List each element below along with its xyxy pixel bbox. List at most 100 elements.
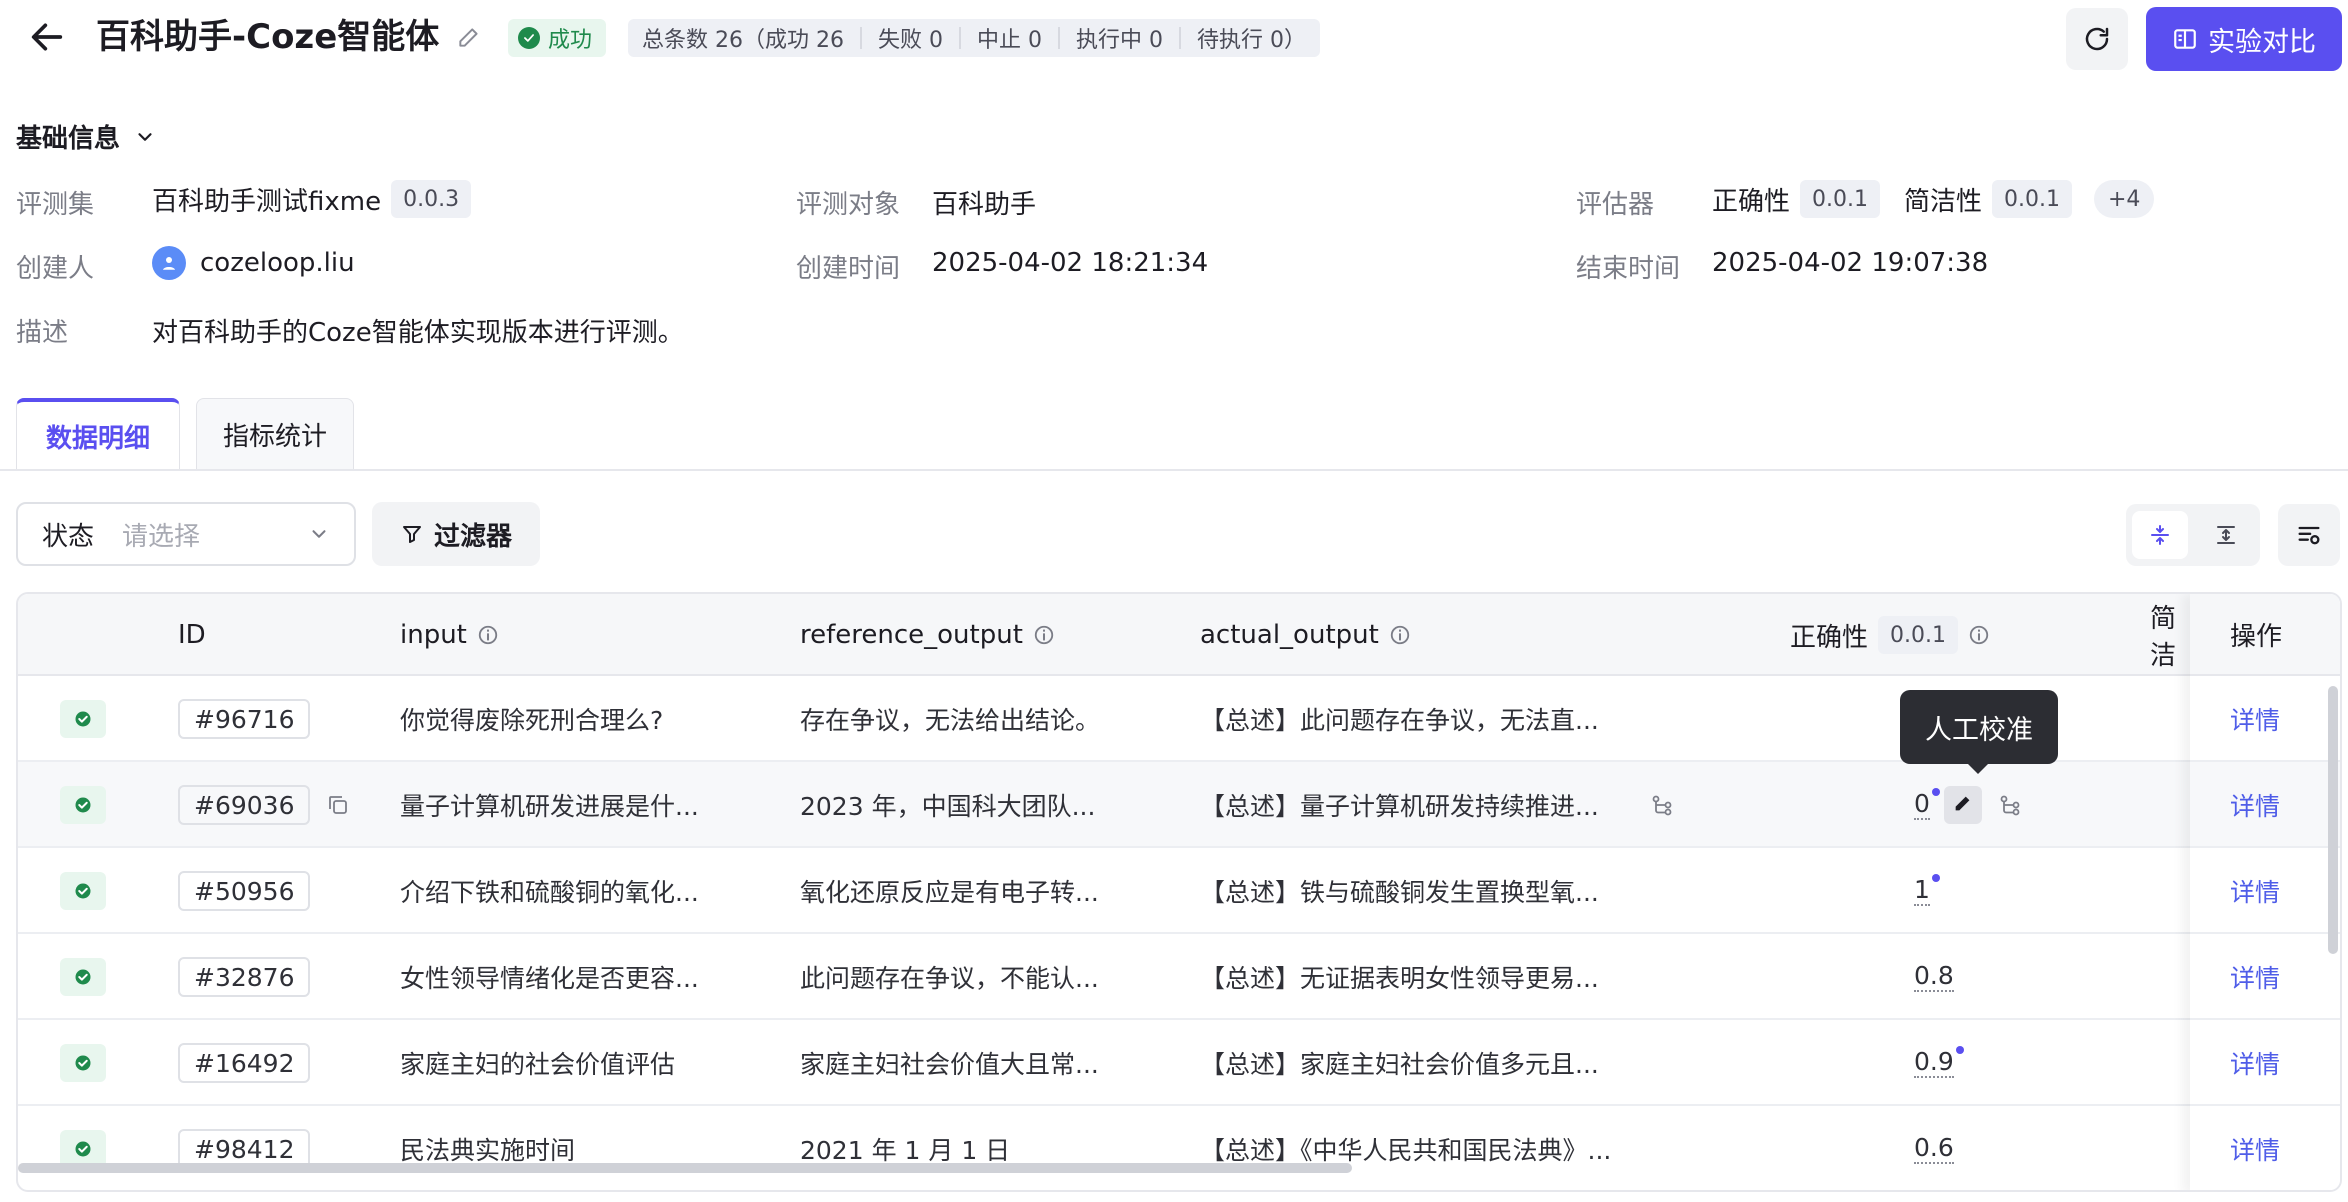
detail-link[interactable]: 详情 <box>2230 701 2280 737</box>
column-header-correctness: 正确性 0.0.1 <box>1790 594 1990 676</box>
avatar <box>152 246 186 280</box>
basic-info-toggle[interactable]: 基础信息 <box>16 118 156 155</box>
reference-output-cell: 存在争议，无法给出结论。 <box>800 706 1101 735</box>
evaluator-name[interactable]: 正确性 <box>1712 181 1790 218</box>
actions-cell: 详情 <box>2190 676 2340 762</box>
input-cell: 你觉得废除死刑合理么? <box>400 706 664 735</box>
divider <box>958 27 961 49</box>
version-tag: 0.0.1 <box>1800 180 1880 218</box>
column-settings-icon <box>2298 526 2320 545</box>
more-evaluators-tag[interactable]: +4 <box>2094 180 2155 218</box>
stat-failed: 失败 0 <box>877 28 943 53</box>
tooltip-manual-calibration: 人工校准 <box>1900 690 2058 774</box>
detail-link[interactable]: 详情 <box>2230 1045 2280 1081</box>
actions-cell: 详情 <box>2190 934 2340 1020</box>
filter-button[interactable]: 过滤器 <box>372 502 540 566</box>
info-icon[interactable] <box>1389 624 1411 646</box>
target-name[interactable]: 百科助手 <box>932 184 1036 221</box>
back-button[interactable] <box>22 12 72 62</box>
refresh-button[interactable] <box>2066 8 2128 70</box>
detail-link[interactable]: 详情 <box>2230 873 2280 909</box>
status-select[interactable]: 状态 请选择 <box>16 502 356 566</box>
pencil-icon[interactable] <box>456 24 482 50</box>
compare-label: 实验对比 <box>2208 26 2316 58</box>
manual-calibrate-button[interactable] <box>1943 786 1982 824</box>
info-icon[interactable] <box>1968 624 1990 646</box>
chevron-down-icon <box>138 132 152 141</box>
detail-link[interactable]: 详情 <box>2230 959 2280 995</box>
score-value[interactable]: 0.8 <box>1914 962 1954 992</box>
status-select-placeholder: 请选择 <box>122 521 201 552</box>
info-icon[interactable] <box>477 624 499 646</box>
actions-cell: 详情 <box>2190 1020 2340 1106</box>
trace-icon[interactable] <box>1648 791 1676 819</box>
vertical-scrollbar[interactable] <box>2328 686 2338 954</box>
section-title: 基础信息 <box>16 124 121 154</box>
column-header-id: ID <box>178 620 206 650</box>
table-row[interactable]: #32876 女性领导情绪化是否更容... 此问题存在争议，不能认... 【总述】无证… <box>18 934 2340 1020</box>
table-row[interactable]: #16492 家庭主妇的社会价值评估 家庭主妇社会价值大且常... 【总述】家庭主妇社… <box>18 1020 2340 1106</box>
actions-column: 操作 详情 详情 详情 详情 详情 详情 <box>2190 594 2340 1190</box>
target-value: 百科助手 <box>932 180 1036 224</box>
row-id-tag: #69036 <box>178 785 311 825</box>
row-id-tag: #32876 <box>178 957 311 997</box>
reference-output-cell: 氧化还原反应是有电子转... <box>800 878 1099 907</box>
created-value: 2025-04-02 18:21:34 <box>932 248 1209 278</box>
reference-output-cell: 此问题存在争议，不能认... <box>800 964 1099 993</box>
detail-link[interactable]: 详情 <box>2230 1131 2280 1167</box>
created-label: 创建时间 <box>796 254 901 284</box>
input-cell: 家庭主妇的社会价值评估 <box>400 1050 676 1079</box>
creator-name: cozeloop.liu <box>200 248 355 278</box>
actual-output-cell: 【总述】《中华人民共和国民法典》... <box>1200 1136 1612 1165</box>
success-check-icon <box>60 958 106 996</box>
table-row[interactable]: #50956 介绍下铁和硫酸铜的氧化... 氧化还原反应是有电子转... 【总述】铁与… <box>18 848 2340 934</box>
score-value[interactable]: 0 <box>1914 788 1940 820</box>
divider <box>1178 27 1181 49</box>
tab-metric-stats[interactable]: 指标统计 <box>196 398 355 470</box>
score-value[interactable]: 1 <box>1914 874 1940 906</box>
tab-data-detail[interactable]: 数据明细 <box>16 398 180 470</box>
horizontal-scrollbar[interactable] <box>18 1163 1352 1173</box>
success-check-icon <box>60 786 106 824</box>
evaluator-name[interactable]: 简洁性 <box>1904 181 1982 218</box>
experiment-compare-button[interactable]: 实验对比 <box>2146 7 2342 71</box>
score-value[interactable]: 0.6 <box>1914 1134 1954 1164</box>
version-tag: 0.0.1 <box>1878 616 1958 654</box>
table-row[interactable]: #69036 量子计算机研发进展是什... 2023 年，中国科大团队... 【总述】… <box>18 762 2340 848</box>
compare-icon <box>2174 29 2196 49</box>
row-density-toggle <box>2126 504 2260 566</box>
actions-cell: 详情 <box>2190 1106 2340 1190</box>
column-settings-button[interactable] <box>2278 504 2340 566</box>
copy-icon[interactable] <box>324 791 352 819</box>
row-id-tag: #96716 <box>178 699 311 739</box>
actions-cell: 详情 <box>2190 848 2340 934</box>
desc-label: 描述 <box>16 318 69 348</box>
trace-icon[interactable] <box>1996 791 2024 819</box>
actions-cell: 详情 <box>2190 762 2340 848</box>
input-cell: 女性领导情绪化是否更容... <box>400 964 699 993</box>
info-icon[interactable] <box>1033 624 1055 646</box>
detail-link[interactable]: 详情 <box>2230 787 2280 823</box>
column-header-actual-output: actual_output <box>1200 594 1411 676</box>
column-header-input: input <box>400 594 499 676</box>
status-select-label: 状态 <box>42 521 95 552</box>
creator-label: 创建人 <box>16 254 95 284</box>
success-check-icon <box>60 700 106 738</box>
compact-view-option[interactable] <box>2132 511 2188 559</box>
expanded-view-option[interactable] <box>2198 511 2254 559</box>
target-label: 评测对象 <box>796 190 901 220</box>
reference-output-cell: 2021 年 1 月 1 日 <box>800 1136 1011 1165</box>
ended-label: 结束时间 <box>1576 254 1681 284</box>
row-id-tag: #50956 <box>178 871 311 911</box>
page-title: 百科助手-Coze智能体 <box>96 17 440 57</box>
dataset-label: 评测集 <box>16 190 95 220</box>
experiment-detail-page: 百科助手-Coze智能体 成功 总条数 26（成功 26 失败 0 中止 0 执… <box>0 0 2348 1202</box>
result-table: ID input reference_output actual_output … <box>16 592 2342 1192</box>
table-row[interactable]: #98412 民法典实施时间 2021 年 1 月 1 日【总述】《中华人民共和国民… <box>18 1106 2340 1190</box>
score-value[interactable]: 0.9 <box>1914 1046 1964 1078</box>
dataset-name[interactable]: 百科助手测试fixme <box>152 181 381 218</box>
divider <box>1057 27 1060 49</box>
actual-output-cell: 【总述】无证据表明女性领导更易... <box>1200 964 1599 993</box>
filter-icon <box>402 526 421 543</box>
column-header-actions: 操作 <box>2190 594 2340 676</box>
